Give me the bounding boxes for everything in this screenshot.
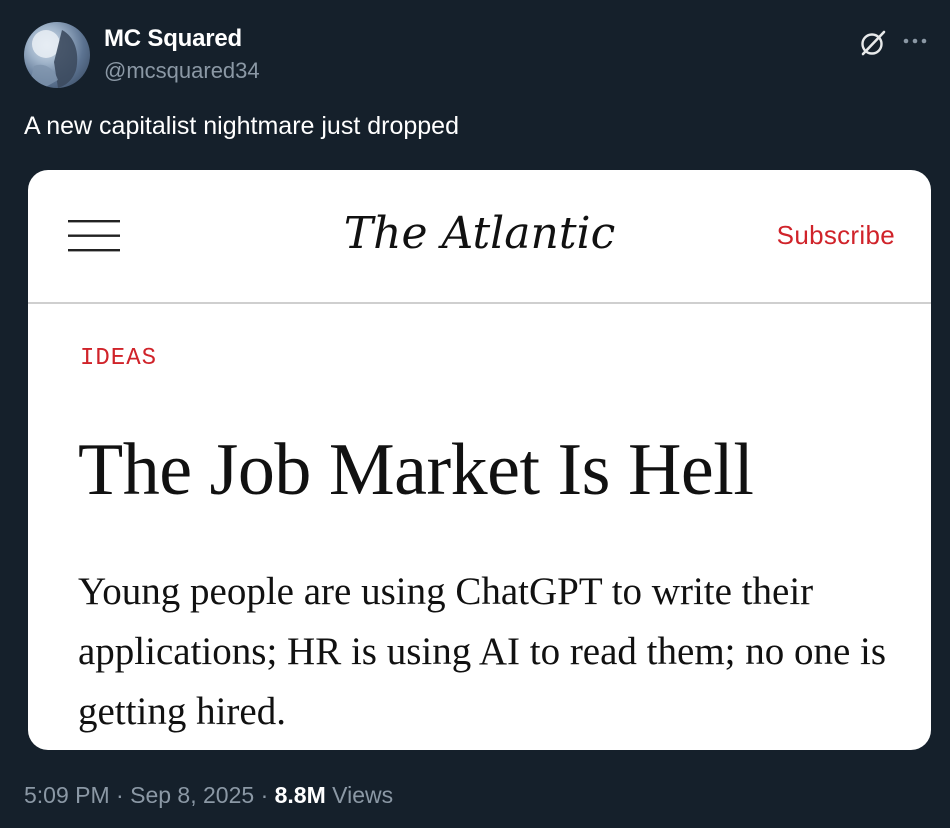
separator: · [260, 782, 269, 808]
separator: · [116, 782, 124, 808]
article-card[interactable]: The Atlantic Subscribe IDEAS The Job Mar… [28, 170, 931, 750]
grok-icon[interactable] [858, 28, 888, 58]
author-avatar[interactable] [24, 22, 90, 88]
subscribe-link[interactable]: Subscribe [777, 220, 895, 251]
author-display-name[interactable]: MC Squared [104, 25, 242, 53]
tweet-text: A new capitalist nightmare just dropped [24, 112, 459, 140]
more-options-icon[interactable] [900, 30, 930, 52]
avatar-photo-icon [30, 30, 78, 88]
section-label: IDEAS [80, 345, 158, 372]
article-headline: The Job Market Is Hell [78, 429, 754, 511]
article-card-header: The Atlantic Subscribe [28, 170, 931, 304]
tweet-time[interactable]: 5:09 PM [24, 782, 110, 808]
tweet-metadata: 5:09 PM · Sep 8, 2025 · 8.8M Views [24, 782, 393, 809]
views-count: 8.8M [274, 782, 326, 808]
article-dek: Young people are using ChatGPT to write … [78, 570, 887, 733]
author-handle[interactable]: @mcsquared34 [104, 58, 260, 84]
views-label: Views [332, 782, 394, 808]
tweet-date[interactable]: Sep 8, 2025 [130, 782, 254, 808]
